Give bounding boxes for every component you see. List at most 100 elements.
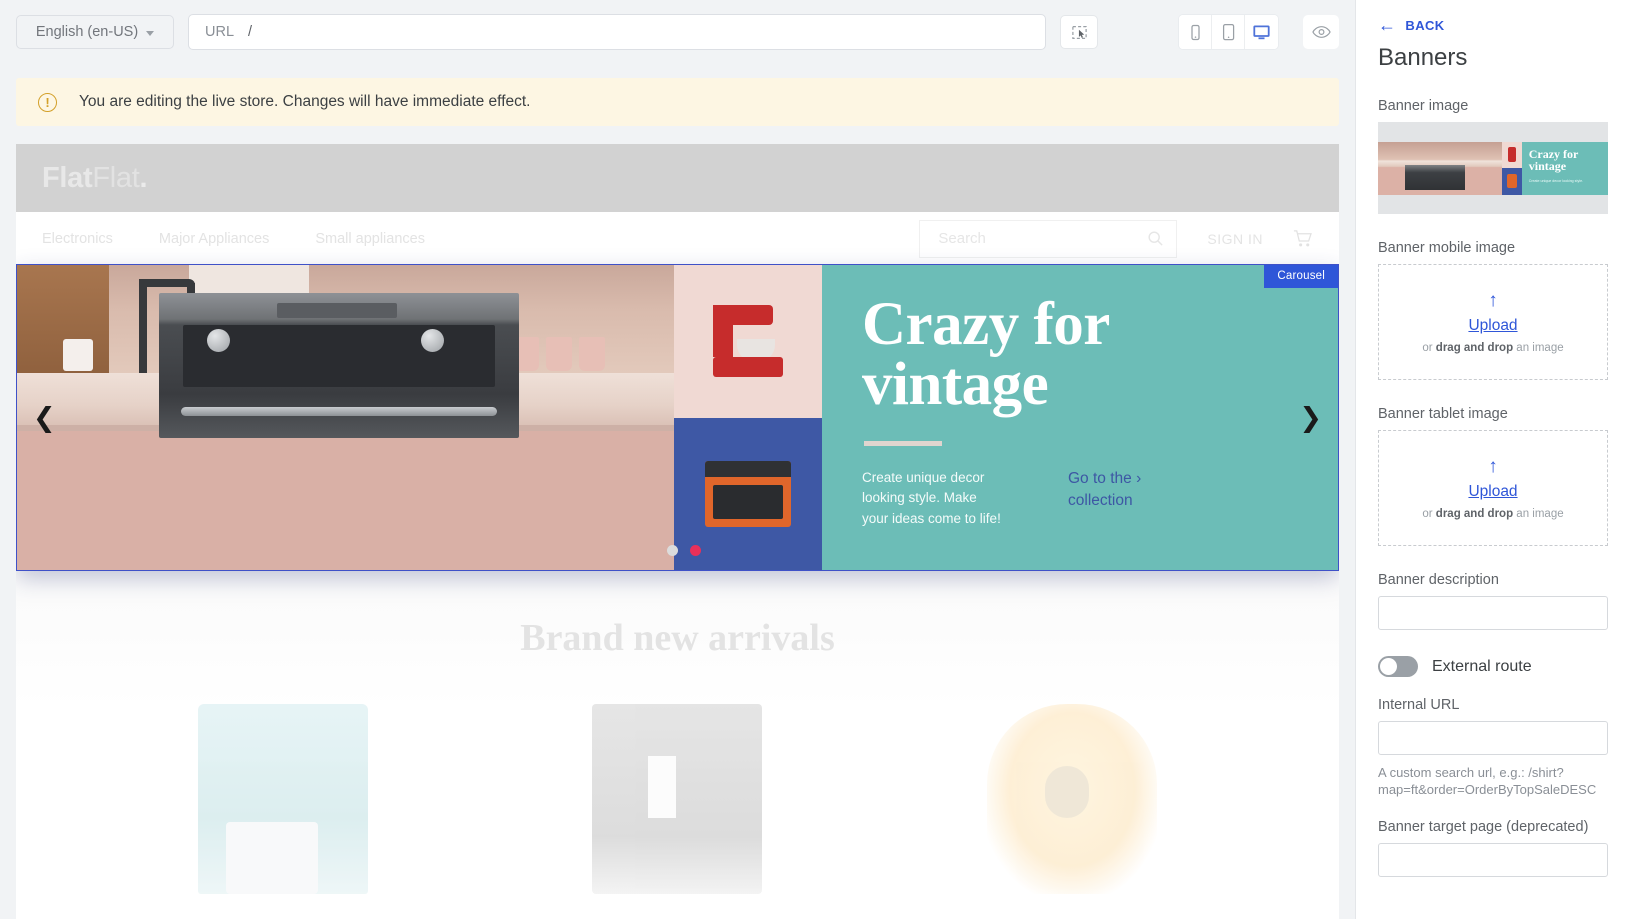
external-route-toggle[interactable] [1378,656,1418,677]
mobile-device-icon [1190,24,1200,40]
banner-mobile-image-label: Banner mobile image [1378,240,1516,256]
banner-tablet-image-dropzone[interactable]: ↑ Upload or drag and drop an image [1378,430,1608,546]
toggle-knob [1380,658,1397,675]
vintage-stove-graphic [705,460,791,527]
banner-target-page-label: Banner target page (deprecated) [1378,818,1589,835]
sidebar-back-button[interactable]: ← BACK [1378,16,1608,34]
hint-post: an image [1513,507,1564,520]
upload-arrow-icon: ↑ [1488,289,1498,311]
carousel-appliance-tiles [674,265,822,570]
sidebar-title: Banners [1378,44,1468,71]
device-desktop-button[interactable] [1245,15,1278,49]
device-mobile-button[interactable] [1179,15,1212,49]
mixer-column [713,305,733,358]
nav-item-small-appliances[interactable]: Small appliances [315,231,425,247]
thumb-tiles [1502,141,1522,195]
product-card[interactable] [592,704,763,894]
desktop-device-icon [1253,25,1270,39]
kitchen-faucet [139,279,195,375]
store-nav-right: Search SIGN IN [919,219,1313,258]
carousel-text-panel: Crazy for vintage Create unique decor lo… [822,265,1338,570]
mobile-upload-link[interactable]: Upload [1468,317,1517,335]
thumb-stove-tile [1502,168,1522,195]
hint-bold: drag and drop [1435,341,1514,354]
carousel-cta-link[interactable]: Go to the › collection [1068,468,1141,513]
product-card[interactable] [986,704,1157,894]
tablet-dropzone-hint: or drag and drop an image [1422,508,1563,520]
preview-pane: English (en-US) URL / ! You are editing … [0,0,1355,919]
carousel-title-line2: vintage [862,350,1049,418]
external-route-row: External route [1378,656,1608,677]
editor-toolbar: English (en-US) URL / [0,0,1355,64]
internal-url-label: Internal URL [1378,697,1460,713]
carousel-next-button[interactable]: ❯ [1299,404,1322,431]
carousel-cta-line1: Go to the [1068,469,1137,487]
mixer-base [713,357,783,378]
shopping-cart-icon[interactable] [1293,229,1313,248]
stove-oven-door [713,484,783,519]
carousel-description: Create unique decor looking style. Make … [862,469,1001,526]
external-route-label: External route [1432,657,1532,675]
carousel-dot-1[interactable] [667,545,678,556]
kitchen-cup [546,337,572,371]
banner-tablet-image-label: Banner tablet image [1378,406,1508,422]
banner-image-label: Banner image [1378,98,1469,114]
warning-circle-icon: ! [38,92,57,112]
store-search-input[interactable]: Search [919,219,1178,258]
chevron-right-icon: › [1136,469,1142,487]
language-selector[interactable]: English (en-US) [16,15,174,49]
banner-description-input[interactable] [1378,596,1608,630]
hint-post: an image [1513,341,1564,354]
store-logo-dot: . [139,161,148,194]
thumb-caption: Create unique decor looking style. [1528,179,1584,184]
carousel-prev-button[interactable]: ❮ [33,404,56,431]
product-card[interactable] [198,704,369,894]
sidebar-content: ← BACK Banners Banner image Crazy for vi… [1356,0,1630,877]
kitchen-lower-cabinets [17,431,674,570]
store-search-placeholder: Search [938,230,986,247]
thumb-kitchen-photo [1378,141,1503,195]
hint-bold: drag and drop [1435,507,1514,520]
select-tool-button[interactable] [1060,15,1098,49]
tablet-upload-link[interactable]: Upload [1468,483,1517,501]
banner-target-page-input[interactable] [1378,842,1608,877]
url-input[interactable]: URL / [188,14,1046,50]
tablet-device-icon [1222,23,1234,41]
banner-mobile-image-dropzone[interactable]: ↑ Upload or drag and drop an image [1378,264,1608,380]
carousel-block-badge: Carousel [1264,265,1338,288]
editor-app: English (en-US) URL / ! You are editing … [0,0,1630,919]
store-logo-bold: Flat [42,161,93,194]
carousel-dot-2[interactable] [690,545,701,556]
device-preview-group [1178,14,1279,50]
carousel-dots [667,545,701,556]
store-logo[interactable]: FlatFlat. [42,161,148,195]
search-icon [1148,231,1163,246]
nav-item-electronics[interactable]: Electronics [42,231,113,247]
banner-description-label: Banner description [1378,572,1499,588]
store-signin-link[interactable]: SIGN IN [1207,231,1263,247]
mobile-dropzone-hint: or drag and drop an image [1422,342,1563,354]
carousel-kitchen-photo [17,265,674,570]
storefront-preview: FlatFlat. Electronics Major Appliances S… [16,144,1339,919]
oven-handle [181,407,497,416]
nav-item-major-appliances[interactable]: Major Appliances [159,231,269,247]
thumb-mixer-tile [1502,141,1522,168]
oven-knob [207,329,230,352]
carousel-title-line1: Crazy for [862,291,1110,358]
stove-cooktop [705,460,791,477]
hint-pre: or [1422,341,1436,354]
banners-settings-sidebar: ← BACK Banners Banner image Crazy for vi… [1355,0,1630,919]
oven-glass [183,325,495,387]
internal-url-input[interactable] [1378,721,1608,755]
store-header: FlatFlat. [16,144,1339,212]
url-value: / [248,24,253,40]
banner-image-thumbnail[interactable]: Crazy for vintage Create unique decor lo… [1378,122,1608,214]
preview-toggle-button[interactable] [1303,15,1339,49]
device-tablet-button[interactable] [1212,15,1245,49]
eye-icon [1311,26,1331,38]
store-navigation: Electronics Major Appliances Small appli… [16,212,1339,265]
tile-mixer [674,265,822,418]
cursor-select-icon [1071,25,1087,39]
url-label: URL [205,24,235,40]
banner-carousel[interactable]: Crazy for vintage Create unique decor lo… [16,264,1339,571]
